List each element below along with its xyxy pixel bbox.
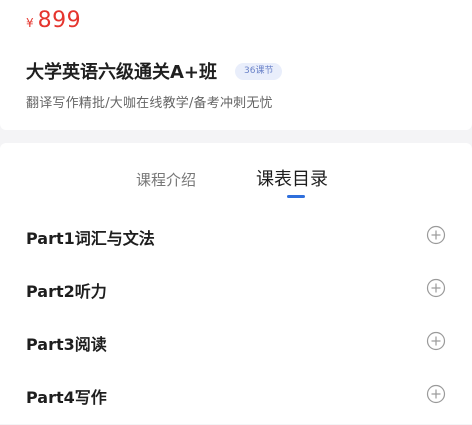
chapter-title: Part2听力	[26, 282, 107, 301]
plus-circle-icon[interactable]	[426, 278, 446, 298]
tab-course-intro[interactable]: 课程介绍	[136, 169, 196, 190]
course-content: 课程介绍 课表目录 Part1词汇与文法 Part2听力 Part3阅读 Par…	[0, 143, 472, 424]
course-title: 大学英语六级通关A+班	[26, 62, 218, 83]
plus-circle-icon[interactable]	[426, 331, 446, 351]
chapter-item-part4[interactable]: Part4写作	[0, 372, 472, 425]
chapter-title: Part3阅读	[26, 335, 107, 354]
chapter-item-part1[interactable]: Part1词汇与文法	[0, 213, 472, 266]
chapter-item-part2[interactable]: Part2听力	[0, 266, 472, 319]
chapter-title: Part4写作	[26, 388, 107, 407]
lesson-count-badge: 36课节	[235, 62, 283, 80]
tab-schedule-catalog[interactable]: 课表目录	[256, 165, 328, 191]
chapter-item-part3[interactable]: Part3阅读	[0, 319, 472, 372]
plus-circle-icon[interactable]	[426, 384, 446, 404]
tab-bar: 课程介绍 课表目录	[0, 165, 472, 205]
plus-circle-icon[interactable]	[426, 225, 446, 245]
title-row: 大学英语六级通关A+班 36课节	[26, 58, 283, 84]
chapter-list: Part1词汇与文法 Part2听力 Part3阅读 Part4写作	[0, 213, 472, 425]
price: ¥ 899	[26, 8, 81, 33]
course-header: ¥ 899 大学英语六级通关A+班 36课节 翻译写作精批/大咖在线教学/备考冲…	[0, 0, 472, 130]
currency-symbol: ¥	[26, 16, 34, 30]
active-tab-indicator	[287, 195, 305, 198]
course-subtitle: 翻译写作精批/大咖在线教学/备考冲刺无忧	[26, 96, 273, 111]
price-value: 899	[37, 8, 82, 33]
chapter-title: Part1词汇与文法	[26, 229, 155, 248]
